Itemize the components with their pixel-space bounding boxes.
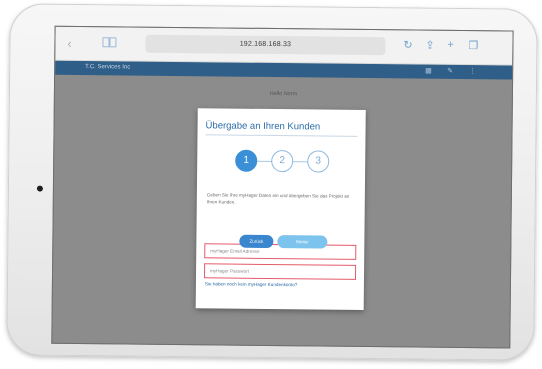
url-field[interactable]: 192.168.168.33 [145, 34, 386, 56]
no-account-link[interactable]: Sie haben noch kein myHager Kundenkonto? [205, 281, 298, 287]
new-tab-icon[interactable]: + [447, 39, 454, 51]
dialog-title: Übergabe an Ihren Kunden [205, 120, 321, 133]
password-field[interactable]: myHager Passwort [203, 263, 357, 280]
browser-toolbar: ‹ 192.168.168.33 ↻ ⇪ + ❐ [55, 26, 513, 66]
bookmarks-icon[interactable] [102, 37, 117, 48]
title-divider [205, 134, 358, 137]
tablet-device: ‹ 192.168.168.33 ↻ ⇪ + ❐ T.C. Services I… [6, 3, 538, 361]
share-icon[interactable]: ⇪ [425, 39, 434, 52]
back-chevron-icon[interactable]: ‹ [67, 36, 72, 51]
step-3: 3 [307, 150, 330, 173]
app-brand: T.C. Services Inc [85, 64, 131, 71]
step-2: 2 [271, 149, 294, 173]
next-button[interactable]: Weiter [277, 235, 328, 249]
tabs-icon[interactable]: ❐ [468, 39, 478, 52]
menu-icon[interactable]: ⋮ [469, 67, 476, 75]
pen-icon[interactable]: ✎ [447, 67, 453, 75]
step-indicator: 1 2 3 [235, 149, 335, 176]
step-1: 1 [235, 149, 258, 172]
home-button[interactable] [36, 185, 43, 192]
reload-icon[interactable]: ↻ [403, 38, 412, 51]
grid-icon[interactable]: ▦ [425, 67, 432, 75]
handover-dialog: Übergabe an Ihren Kunden 1 2 3 Geben Sie… [195, 108, 366, 310]
tablet-screen: ‹ 192.168.168.33 ↻ ⇪ + ❐ T.C. Services I… [51, 25, 514, 349]
instructions-text: Geben Sie Ihre myHager Daten ein und übe… [206, 192, 350, 205]
page-label: Hello Norm [269, 90, 298, 98]
back-button[interactable]: Zurück [239, 234, 274, 249]
